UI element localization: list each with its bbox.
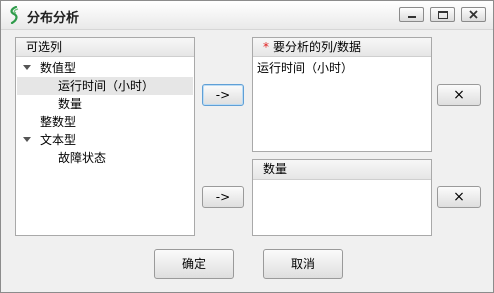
available-columns-header: 可选列 — [16, 38, 194, 57]
window-title: 分布分析 — [27, 11, 80, 26]
tree-item-fault-status[interactable]: 故障状态 — [17, 149, 193, 167]
analysis-columns-title: 要分析的列/数据 — [273, 40, 362, 54]
tree-item-label: 数量 — [58, 97, 83, 111]
title-bar[interactable]: 分布分析 — [1, 1, 493, 30]
app-logo-icon — [10, 6, 19, 24]
move-to-group-button[interactable]: -> — [202, 186, 244, 208]
tree-item-label: 故障状态 — [58, 151, 107, 165]
ok-button[interactable]: 确定 — [154, 249, 234, 279]
group-column-header: 数量 — [253, 160, 431, 180]
close-button[interactable] — [461, 7, 486, 22]
tree-node-label: 文本型 — [40, 133, 77, 147]
maximize-icon — [438, 11, 448, 19]
minimize-icon — [408, 16, 416, 18]
group-column-panel[interactable]: 数量 — [252, 159, 432, 236]
clear-group-button[interactable]: × — [437, 186, 481, 208]
clear-analysis-button[interactable]: × — [437, 84, 481, 106]
move-to-analysis-button[interactable]: -> — [202, 84, 244, 106]
tree-node-text[interactable]: 文本型 — [17, 131, 193, 149]
collapse-arrow-icon[interactable] — [23, 65, 31, 70]
analysis-columns-panel[interactable]: * 要分析的列/数据 运行时间（小时） — [252, 37, 432, 152]
available-columns-panel: 可选列 数值型 运行时间（小时） 数量 整数型 文本型 故障状态 — [15, 37, 195, 236]
tree-node-label: 数值型 — [40, 61, 77, 75]
analysis-columns-header: * 要分析的列/数据 — [253, 38, 431, 57]
minimize-button[interactable] — [399, 7, 424, 22]
collapse-arrow-icon[interactable] — [23, 137, 31, 142]
tree-node-integer[interactable]: 整数型 — [17, 113, 193, 131]
tree-node-numeric[interactable]: 数值型 — [17, 59, 193, 77]
required-mark: * — [263, 40, 269, 54]
list-item[interactable]: 运行时间（小时） — [257, 60, 353, 76]
tree-item-label: 运行时间（小时） — [58, 79, 155, 93]
cancel-button[interactable]: 取消 — [263, 249, 343, 279]
close-icon — [469, 10, 478, 19]
distribution-analysis-dialog: 分布分析 可选列 数值型 运行时间（小时） 数量 整数型 文本型 故障状态 ->… — [0, 0, 494, 293]
tree-item-quantity[interactable]: 数量 — [17, 95, 193, 113]
maximize-button[interactable] — [430, 7, 455, 22]
tree-item-runtime-hours[interactable]: 运行时间（小时） — [17, 77, 193, 95]
tree-node-label: 整数型 — [40, 115, 77, 129]
